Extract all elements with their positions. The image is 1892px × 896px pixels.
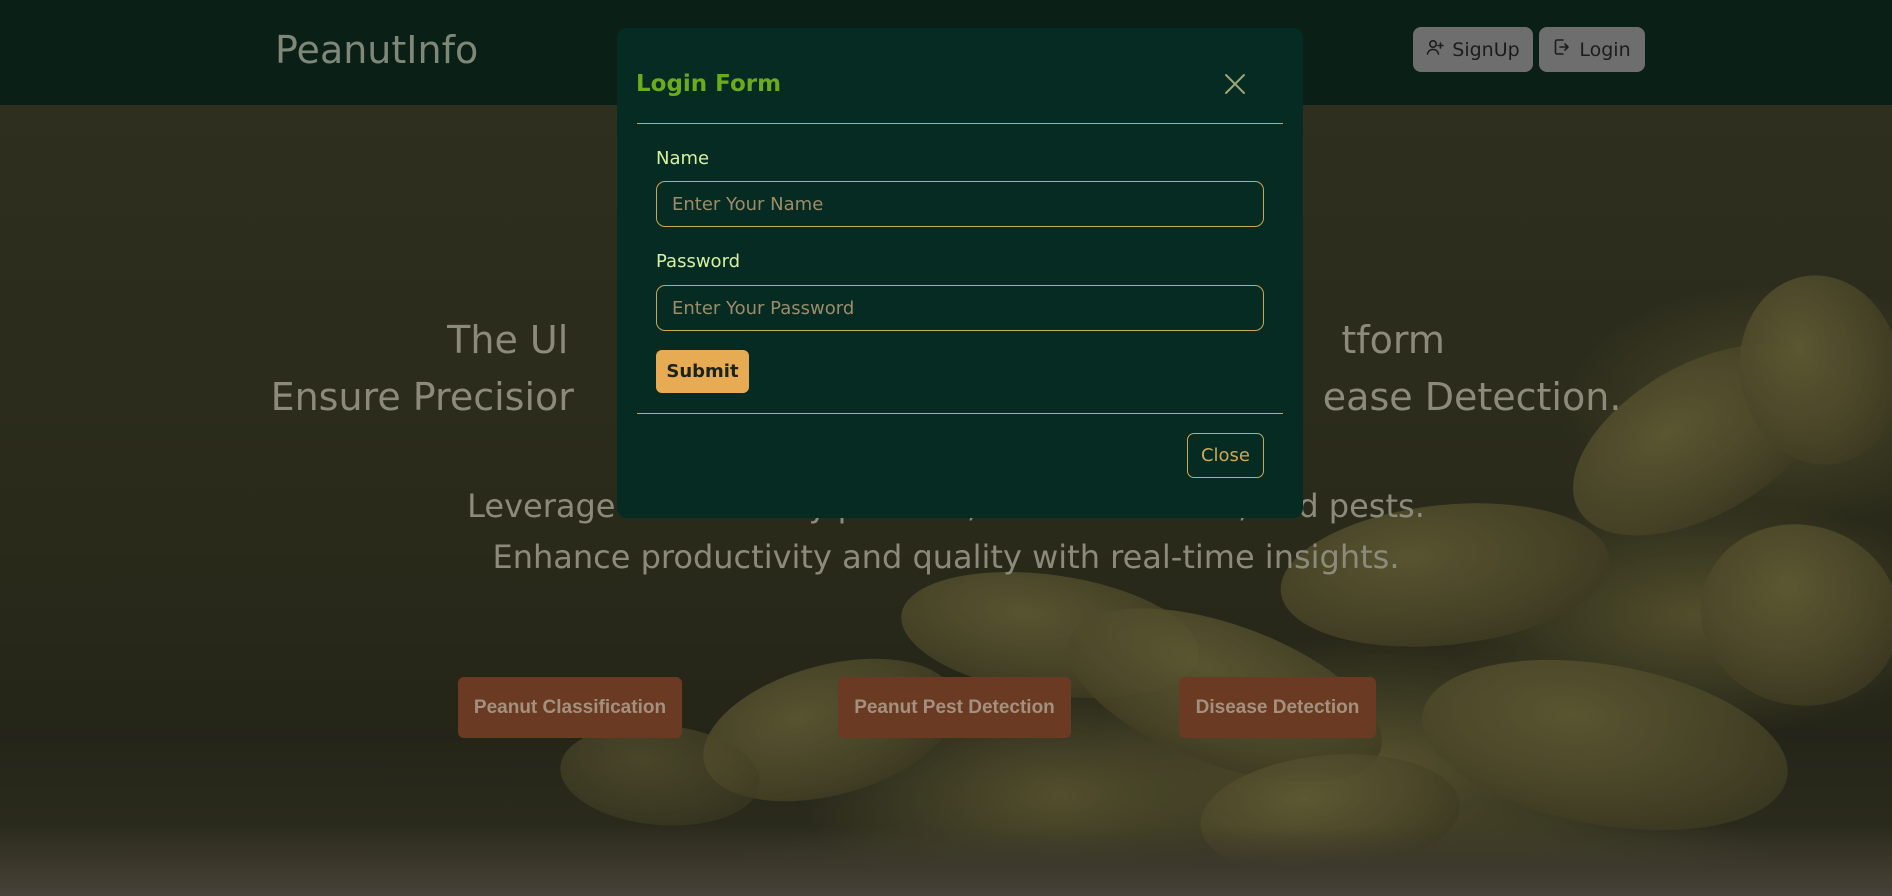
modal-title: Login Form: [636, 71, 782, 97]
disease-detection-button[interactable]: Disease Detection: [1179, 677, 1376, 738]
peanut-classification-button[interactable]: Peanut Classification: [458, 677, 682, 738]
modal-footer-divider: [637, 413, 1283, 414]
name-label: Name: [656, 148, 710, 169]
brand-logo[interactable]: PeanutInfo: [275, 28, 478, 72]
close-icon[interactable]: [1223, 72, 1247, 96]
login-modal: Login Form Name Password Submit Close: [617, 28, 1303, 518]
page: PeanutInfo SignUp Login The Ul tform Ens…: [0, 0, 1892, 896]
submit-button[interactable]: Submit: [656, 350, 749, 393]
user-plus-icon: [1426, 38, 1445, 61]
login-button-label: Login: [1579, 38, 1631, 61]
close-button[interactable]: Close: [1187, 433, 1264, 478]
hero-subtext-line-2: Enhance productivity and quality with re…: [492, 538, 1400, 576]
login-button[interactable]: Login: [1539, 27, 1645, 72]
password-label: Password: [656, 251, 741, 272]
ground-texture: [0, 826, 1892, 896]
signup-button[interactable]: SignUp: [1413, 27, 1533, 72]
name-input[interactable]: [656, 181, 1264, 227]
login-icon: [1553, 38, 1571, 61]
peanut-pest-detection-button[interactable]: Peanut Pest Detection: [838, 677, 1071, 738]
password-input[interactable]: [656, 285, 1264, 331]
signup-button-label: SignUp: [1452, 38, 1520, 61]
